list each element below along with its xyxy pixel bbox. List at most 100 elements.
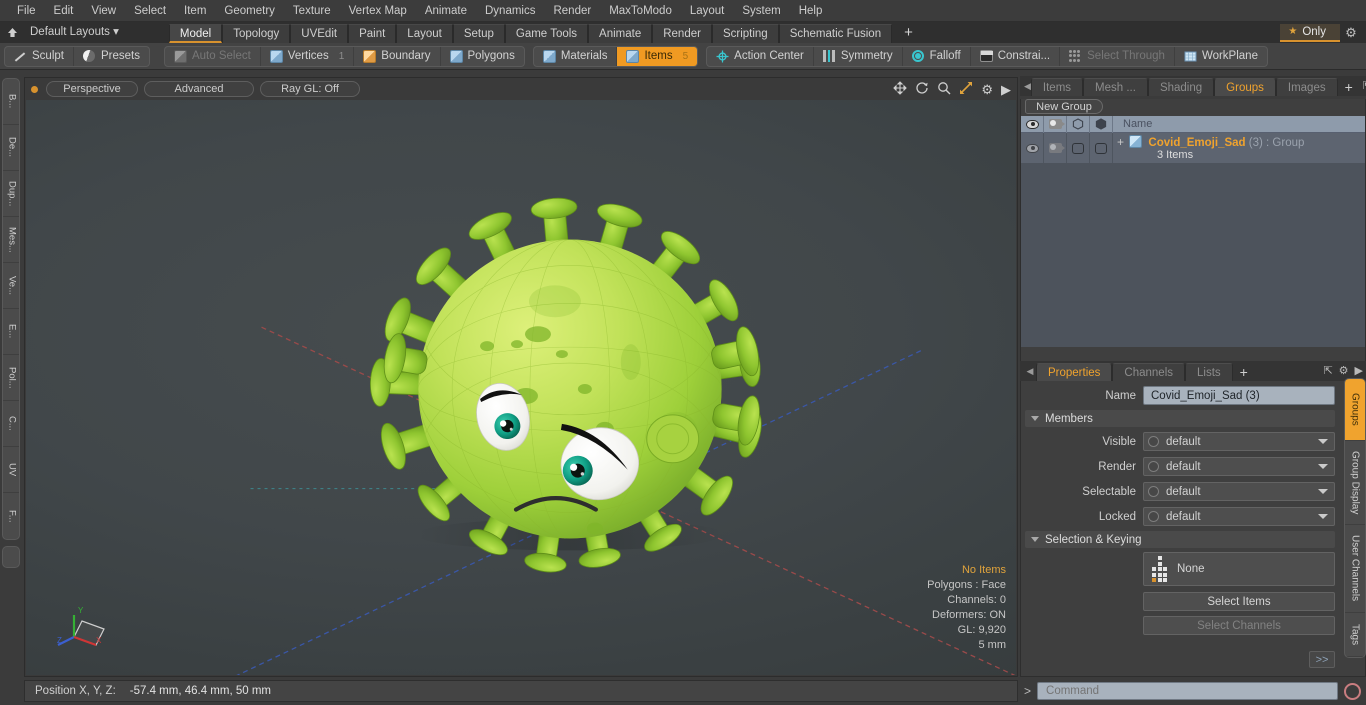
right-tab-user-channels[interactable]: User Channels <box>1345 525 1365 613</box>
panel-add-tab-button[interactable]: + <box>1338 78 1360 96</box>
menu-item-file[interactable]: File <box>8 0 45 22</box>
record-macro-icon[interactable] <box>1344 682 1361 700</box>
menu-item-geometry[interactable]: Geometry <box>215 0 284 22</box>
layout-tab-setup[interactable]: Setup <box>452 24 505 43</box>
add-layout-tab-button[interactable]: + <box>892 24 925 43</box>
left-tab-duplicate[interactable]: Dup... <box>3 171 19 217</box>
viewport-3d[interactable]: Perspective Advanced Ray GL: Off ⚙ ▶ Y Z… <box>24 77 1018 677</box>
expand-icon[interactable]: + <box>1117 135 1124 149</box>
falloff-button[interactable]: Falloff <box>903 46 971 66</box>
presets-button[interactable]: Presets <box>74 47 149 66</box>
gear-icon[interactable]: ⚙ <box>981 82 993 97</box>
right-tab-group-display[interactable]: Group Display <box>1345 441 1365 525</box>
keying-section-header[interactable]: Selection & Keying <box>1025 531 1335 548</box>
menu-item-view[interactable]: View <box>82 0 125 22</box>
boundary-button[interactable]: Boundary <box>354 46 441 66</box>
menu-item-item[interactable]: Item <box>175 0 215 22</box>
menu-item-select[interactable]: Select <box>125 0 175 22</box>
members-section-header[interactable]: Members <box>1025 410 1335 427</box>
panel-tab-images[interactable]: Images <box>1275 78 1338 96</box>
push-properties-button[interactable]: >> <box>1309 651 1335 668</box>
action-center-button[interactable]: Action Center <box>707 46 814 66</box>
visible-dropdown[interactable]: default <box>1143 432 1335 451</box>
home-layout-icon[interactable] <box>0 22 24 43</box>
symmetry-button[interactable]: Symmetry <box>814 46 903 66</box>
menu-item-dynamics[interactable]: Dynamics <box>476 0 544 22</box>
table-row[interactable]: + Covid_Emoji_Sad (3) : Group 3 Items <box>1021 133 1365 163</box>
row-name-cell[interactable]: + Covid_Emoji_Sad (3) : Group 3 Items <box>1113 133 1365 163</box>
row-selectable-toggle[interactable] <box>1067 133 1090 163</box>
default-layouts-dropdown[interactable]: Default Layouts ▾ <box>24 22 129 43</box>
menu-item-help[interactable]: Help <box>790 0 832 22</box>
menu-item-vertex-map[interactable]: Vertex Map <box>340 0 416 22</box>
materials-button[interactable]: Materials <box>534 46 618 66</box>
animate-knob-icon[interactable] <box>1148 436 1159 447</box>
row-render-toggle[interactable] <box>1044 133 1067 163</box>
layout-tab-topology[interactable]: Topology <box>222 24 291 43</box>
layout-tab-scripting[interactable]: Scripting <box>711 24 779 43</box>
polygons-button[interactable]: Polygons <box>441 47 524 66</box>
vertices-button[interactable]: Vertices 1 <box>261 46 355 66</box>
left-tab-mesh[interactable]: Mes... <box>3 217 19 263</box>
panel-tab-groups[interactable]: Groups <box>1214 78 1276 96</box>
properties-collapse-icon[interactable]: ◀ <box>1024 361 1036 381</box>
properties-add-tab-button[interactable]: + <box>1233 363 1255 381</box>
properties-expand-icon[interactable]: ⇱ <box>1320 361 1335 381</box>
menu-item-layout[interactable]: Layout <box>681 0 734 22</box>
viewport-canvas[interactable]: Y Z X No Items Polygons : Face Channels:… <box>26 100 1016 675</box>
animate-knob-icon[interactable] <box>1148 486 1159 497</box>
panel-tab-shading[interactable]: Shading <box>1147 78 1215 96</box>
fit-icon[interactable] <box>959 81 973 98</box>
left-tab-basic[interactable]: B... <box>3 79 19 125</box>
tab-channels[interactable]: Channels <box>1112 363 1186 381</box>
viewport-shading-dropdown[interactable]: Advanced <box>144 81 254 97</box>
row-locked-toggle[interactable] <box>1090 133 1113 163</box>
animate-knob-icon[interactable] <box>1148 511 1159 522</box>
selectable-dropdown[interactable]: default <box>1143 482 1335 501</box>
left-tab-curve[interactable]: C... <box>3 401 19 447</box>
keying-selector[interactable]: None <box>1143 552 1335 586</box>
menu-item-texture[interactable]: Texture <box>284 0 340 22</box>
menu-item-maxtomodo[interactable]: MaxToModo <box>600 0 681 22</box>
constraint-button[interactable]: Constrai... <box>971 46 1061 66</box>
left-tab-uv[interactable]: UV <box>3 447 19 493</box>
layout-tab-schematic-fusion[interactable]: Schematic Fusion <box>778 24 893 43</box>
panel-tab-mesh[interactable]: Mesh ... <box>1083 78 1148 96</box>
viewport-view-mode-dropdown[interactable]: Perspective <box>46 81 138 97</box>
layout-tab-game-tools[interactable]: Game Tools <box>504 24 589 43</box>
command-input[interactable] <box>1037 682 1338 700</box>
new-group-button[interactable]: New Group <box>1025 99 1103 114</box>
locked-dropdown[interactable]: default <box>1143 507 1335 526</box>
menu-item-edit[interactable]: Edit <box>45 0 83 22</box>
layout-tab-model[interactable]: Model <box>168 24 223 43</box>
layout-tab-animate[interactable]: Animate <box>588 24 653 43</box>
layout-tab-paint[interactable]: Paint <box>348 24 397 43</box>
layout-tab-uvedit[interactable]: UVEdit <box>290 24 349 43</box>
panel-expand-icon[interactable]: ⇱ <box>1360 76 1366 96</box>
move-icon[interactable] <box>893 81 908 98</box>
viewport-raygl-dropdown[interactable]: Ray GL: Off <box>260 81 360 97</box>
workplane-button[interactable]: WorkPlane <box>1175 47 1267 66</box>
group-list-empty-area[interactable] <box>1021 163 1365 347</box>
render-dropdown[interactable]: default <box>1143 457 1335 476</box>
right-tab-tags[interactable]: Tags <box>1345 613 1365 657</box>
left-tab-extra[interactable] <box>2 546 20 568</box>
row-visible-toggle[interactable] <box>1021 133 1044 163</box>
zoom-icon[interactable] <box>937 81 951 98</box>
left-tab-deform[interactable]: De... <box>3 125 19 171</box>
tab-properties[interactable]: Properties <box>1036 363 1113 381</box>
play-icon[interactable]: ▶ <box>1001 82 1011 97</box>
left-tab-fusion[interactable]: F... <box>3 493 19 539</box>
menu-item-render[interactable]: Render <box>544 0 600 22</box>
animate-knob-icon[interactable] <box>1148 461 1159 472</box>
panel-tab-items[interactable]: Items <box>1030 78 1084 96</box>
panel-collapse-icon[interactable]: ◀ <box>1024 76 1031 96</box>
tab-lists[interactable]: Lists <box>1185 363 1233 381</box>
rotate-icon[interactable] <box>915 81 929 98</box>
name-field[interactable]: Covid_Emoji_Sad (3) <box>1143 386 1335 405</box>
menu-item-animate[interactable]: Animate <box>416 0 476 22</box>
left-tab-polygon[interactable]: Pol... <box>3 355 19 401</box>
select-through-button[interactable]: Select Through <box>1060 46 1175 66</box>
right-tab-groups[interactable]: Groups <box>1345 379 1365 441</box>
left-tab-vertex[interactable]: Ve... <box>3 263 19 309</box>
